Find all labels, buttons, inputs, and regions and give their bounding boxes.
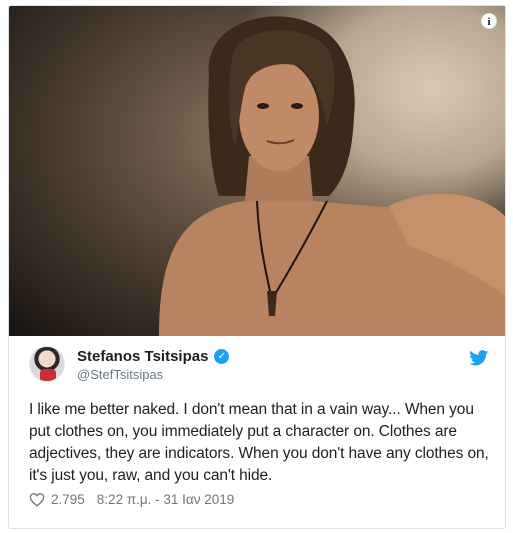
tweet-meta: 2.795 8:22 π.μ. - 31 Ιαν 2019: [29, 492, 234, 507]
tweet-text: I like me better naked. I don't mean tha…: [29, 401, 489, 484]
avatar[interactable]: [29, 346, 65, 382]
display-name[interactable]: Stefanos Tsitsipas: [77, 348, 208, 365]
user-handle[interactable]: @StefTsitsipas: [77, 367, 163, 382]
twitter-bird-icon[interactable]: [469, 350, 489, 366]
tweet-header: Stefanos Tsitsipas ✓ @StefTsitsipas: [29, 346, 489, 390]
tweet-card: i Stefanos Tsitsipas ✓ @StefTsitsipas I …: [8, 5, 506, 529]
tweet-photo[interactable]: i: [9, 6, 505, 336]
timestamp-link[interactable]: 8:22 π.μ. - 31 Ιαν 2019: [97, 492, 234, 507]
like-count[interactable]: 2.795: [51, 492, 85, 507]
info-icon[interactable]: i: [481, 13, 497, 29]
portrait-illustration: [159, 16, 505, 336]
verified-badge-icon: ✓: [214, 349, 230, 364]
heart-icon[interactable]: [29, 492, 45, 507]
name-row: Stefanos Tsitsipas ✓: [77, 348, 230, 365]
